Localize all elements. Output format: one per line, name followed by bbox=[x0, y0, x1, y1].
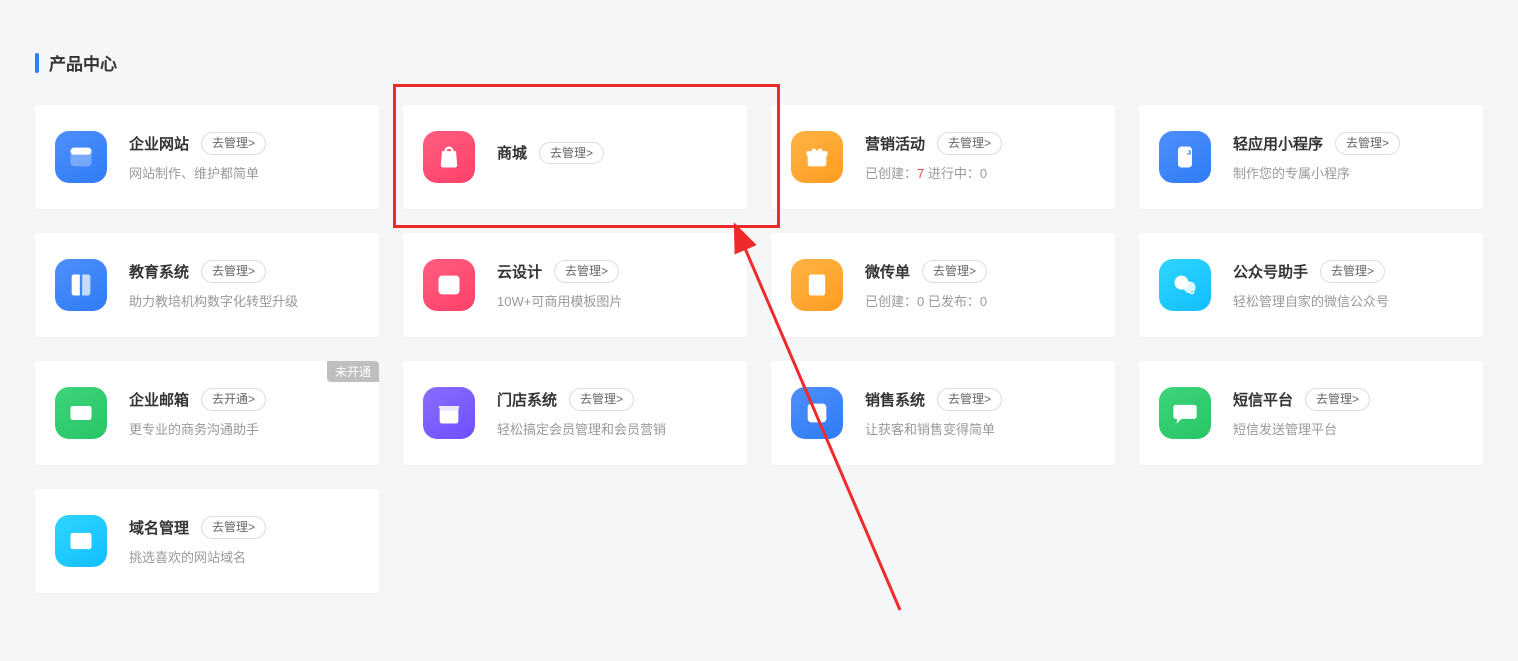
product-card-qiye-website[interactable]: 企业网站去管理> 网站制作、维护都简单 bbox=[35, 105, 379, 209]
gift-icon bbox=[791, 131, 843, 183]
manage-button[interactable]: 去管理> bbox=[201, 260, 266, 283]
section-title-bar bbox=[35, 53, 39, 73]
product-card-design[interactable]: 云设计去管理> 10W+可商用模板图片 bbox=[403, 233, 747, 337]
manage-button[interactable]: 去管理> bbox=[539, 142, 604, 165]
card-subtitle: 短信发送管理平台 bbox=[1233, 419, 1463, 438]
chat-icon bbox=[1159, 387, 1211, 439]
product-card-mail[interactable]: 未开通企业邮箱去开通> 更专业的商务沟通助手 bbox=[35, 361, 379, 465]
product-card-edu[interactable]: 教育系统去管理> 助力教培机构数字化转型升级 bbox=[35, 233, 379, 337]
store-icon bbox=[423, 387, 475, 439]
card-title: 云设计 bbox=[497, 261, 542, 282]
card-title: 公众号助手 bbox=[1233, 261, 1308, 282]
card-subtitle: 更专业的商务沟通助手 bbox=[129, 419, 359, 438]
manage-button[interactable]: 去开通> bbox=[201, 388, 266, 411]
list-icon bbox=[791, 387, 843, 439]
card-title: 商城 bbox=[497, 142, 527, 163]
card-title: 域名管理 bbox=[129, 517, 189, 538]
window-icon bbox=[55, 131, 107, 183]
manage-button[interactable]: 去管理> bbox=[937, 388, 1002, 411]
card-title: 企业邮箱 bbox=[129, 389, 189, 410]
card-title: 教育系统 bbox=[129, 261, 189, 282]
manage-button[interactable]: 去管理> bbox=[1305, 388, 1370, 411]
badge-unactivated: 未开通 bbox=[327, 361, 379, 382]
product-card-mall[interactable]: 商城去管理> bbox=[403, 105, 747, 209]
card-subtitle: 让获客和销售变得简单 bbox=[865, 419, 1095, 438]
card-title: 营销活动 bbox=[865, 133, 925, 154]
product-card-sms[interactable]: 短信平台去管理> 短信发送管理平台 bbox=[1139, 361, 1483, 465]
product-card-flyer[interactable]: 微传单去管理> 已创建：0 已发布：0 bbox=[771, 233, 1115, 337]
manage-button[interactable]: 去管理> bbox=[554, 260, 619, 283]
product-grid: 企业网站去管理>网站制作、维护都简单商城去管理>营销活动去管理>已创建：7 进行… bbox=[35, 105, 1483, 593]
card-subtitle: 已创建：0 已发布：0 bbox=[865, 291, 1095, 310]
card-subtitle: 轻松管理自家的微信公众号 bbox=[1233, 291, 1463, 310]
product-card-mp-helper[interactable]: 公众号助手去管理> 轻松管理自家的微信公众号 bbox=[1139, 233, 1483, 337]
card-title: 门店系统 bbox=[497, 389, 557, 410]
product-card-marketing[interactable]: 营销活动去管理> 已创建：7 进行中：0 bbox=[771, 105, 1115, 209]
doc-icon bbox=[791, 259, 843, 311]
manage-button[interactable]: 去管理> bbox=[201, 132, 266, 155]
wechat-icon bbox=[1159, 259, 1211, 311]
card-subtitle: 10W+可商用模板图片 bbox=[497, 291, 727, 310]
manage-button[interactable]: 去管理> bbox=[937, 132, 1002, 155]
card-title: 轻应用小程序 bbox=[1233, 133, 1323, 154]
manage-button[interactable]: 去管理> bbox=[201, 516, 266, 539]
card-title: 短信平台 bbox=[1233, 389, 1293, 410]
card-subtitle: 制作您的专属小程序 bbox=[1233, 163, 1463, 182]
card-subtitle: 挑选喜欢的网站域名 bbox=[129, 547, 359, 566]
card-subtitle: 助力教培机构数字化转型升级 bbox=[129, 291, 359, 310]
image-icon bbox=[423, 259, 475, 311]
manage-button[interactable]: 去管理> bbox=[1320, 260, 1385, 283]
product-card-domain[interactable]: 域名管理去管理> 挑选喜欢的网站域名 bbox=[35, 489, 379, 593]
section-title: 产品中心 bbox=[35, 50, 1483, 75]
domain-icon bbox=[55, 515, 107, 567]
stat-created-count: 7 bbox=[917, 166, 924, 181]
product-card-sales[interactable]: 销售系统去管理> 让获客和销售变得简单 bbox=[771, 361, 1115, 465]
card-title: 企业网站 bbox=[129, 133, 189, 154]
manage-button[interactable]: 去管理> bbox=[569, 388, 634, 411]
manage-button[interactable]: 去管理> bbox=[1335, 132, 1400, 155]
product-card-store[interactable]: 门店系统去管理> 轻松搞定会员管理和会员营销 bbox=[403, 361, 747, 465]
product-card-miniapp[interactable]: 轻应用小程序去管理> 制作您的专属小程序 bbox=[1139, 105, 1483, 209]
card-subtitle: 轻松搞定会员管理和会员营销 bbox=[497, 419, 727, 438]
book-icon bbox=[55, 259, 107, 311]
card-title: 销售系统 bbox=[865, 389, 925, 410]
manage-button[interactable]: 去管理> bbox=[922, 260, 987, 283]
mini-icon bbox=[1159, 131, 1211, 183]
bag-icon bbox=[423, 131, 475, 183]
card-title: 微传单 bbox=[865, 261, 910, 282]
card-subtitle: 已创建：7 进行中：0 bbox=[865, 163, 1095, 182]
mail-icon bbox=[55, 387, 107, 439]
card-subtitle: 网站制作、维护都简单 bbox=[129, 163, 359, 182]
section-title-text: 产品中心 bbox=[49, 50, 117, 75]
